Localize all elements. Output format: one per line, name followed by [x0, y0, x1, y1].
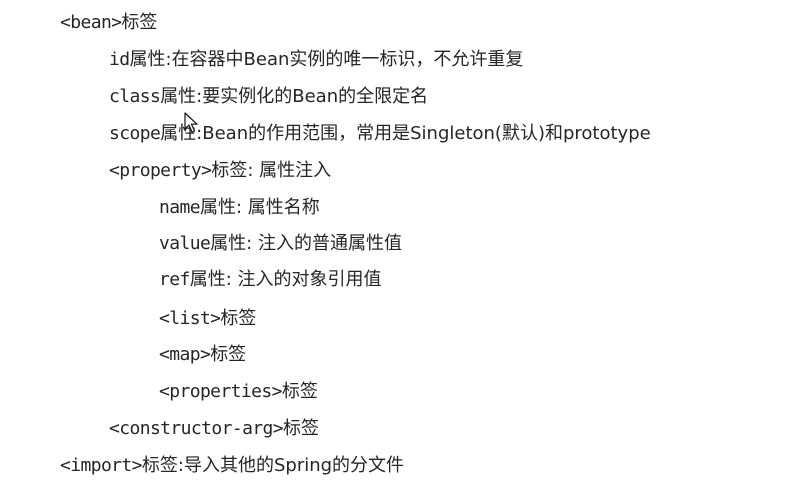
list-tag-code: <list>	[159, 308, 221, 329]
ref-attribute-line: ref属性: 注入的对象引用值	[159, 268, 382, 292]
constructor-arg-tag-line: <constructor-arg>标签	[109, 417, 319, 441]
properties-tag-line: <properties>标签	[159, 380, 318, 404]
import-tag-code: <import>	[60, 455, 143, 476]
name-attribute-code: name	[159, 197, 201, 218]
map-tag-line: <map>标签	[159, 343, 246, 367]
constructor-arg-tag-code: <constructor-arg>	[109, 418, 284, 439]
class-attribute-line: class属性:要实例化的Bean的全限定名	[109, 85, 428, 109]
import-tag-desc: 标签:导入其他的Spring的分文件	[141, 455, 405, 476]
value-attribute-desc: 属性: 注入的普通属性值	[210, 233, 402, 254]
class-attribute-desc: 属性:要实例化的Bean的全限定名	[160, 86, 429, 107]
ref-attribute-desc: 属性: 注入的对象引用值	[189, 269, 382, 290]
bean-tag-desc: 标签	[121, 12, 158, 33]
bean-tag-line: <bean>标签	[60, 11, 157, 35]
map-tag-code: <map>	[159, 344, 211, 365]
value-attribute-line: value属性: 注入的普通属性值	[159, 232, 402, 256]
property-tag-line: <property>标签: 属性注入	[109, 159, 331, 183]
name-attribute-desc: 属性: 属性名称	[199, 197, 320, 218]
property-tag-code: <property>	[109, 160, 212, 181]
name-attribute-line: name属性: 属性名称	[159, 196, 320, 220]
ref-attribute-code: ref	[159, 269, 190, 290]
import-tag-line: <import>标签:导入其他的Spring的分文件	[60, 454, 404, 478]
id-attribute-desc: 属性:在容器中Bean实例的唯一标识，不允许重复	[129, 49, 524, 70]
properties-tag-code: <properties>	[159, 381, 282, 402]
class-attribute-code: class	[109, 86, 161, 107]
scope-attribute-code: scope	[109, 123, 161, 144]
bean-tag-code: <bean>	[60, 12, 122, 33]
mouse-pointer-icon	[184, 112, 198, 134]
properties-tag-desc: 标签	[281, 381, 318, 402]
property-tag-desc: 标签: 属性注入	[211, 160, 332, 181]
id-attribute-line: id属性:在容器中Bean实例的唯一标识，不允许重复	[109, 48, 523, 72]
list-tag-desc: 标签	[220, 308, 257, 329]
value-attribute-code: value	[159, 233, 211, 254]
scope-attribute-desc: 属性:Bean的作用范围，常用是Singleton(默认)和prototype	[160, 123, 651, 144]
map-tag-desc: 标签	[210, 344, 247, 365]
id-attribute-code: id	[109, 49, 130, 70]
constructor-arg-tag-desc: 标签	[283, 418, 320, 439]
list-tag-line: <list>标签	[159, 307, 256, 331]
